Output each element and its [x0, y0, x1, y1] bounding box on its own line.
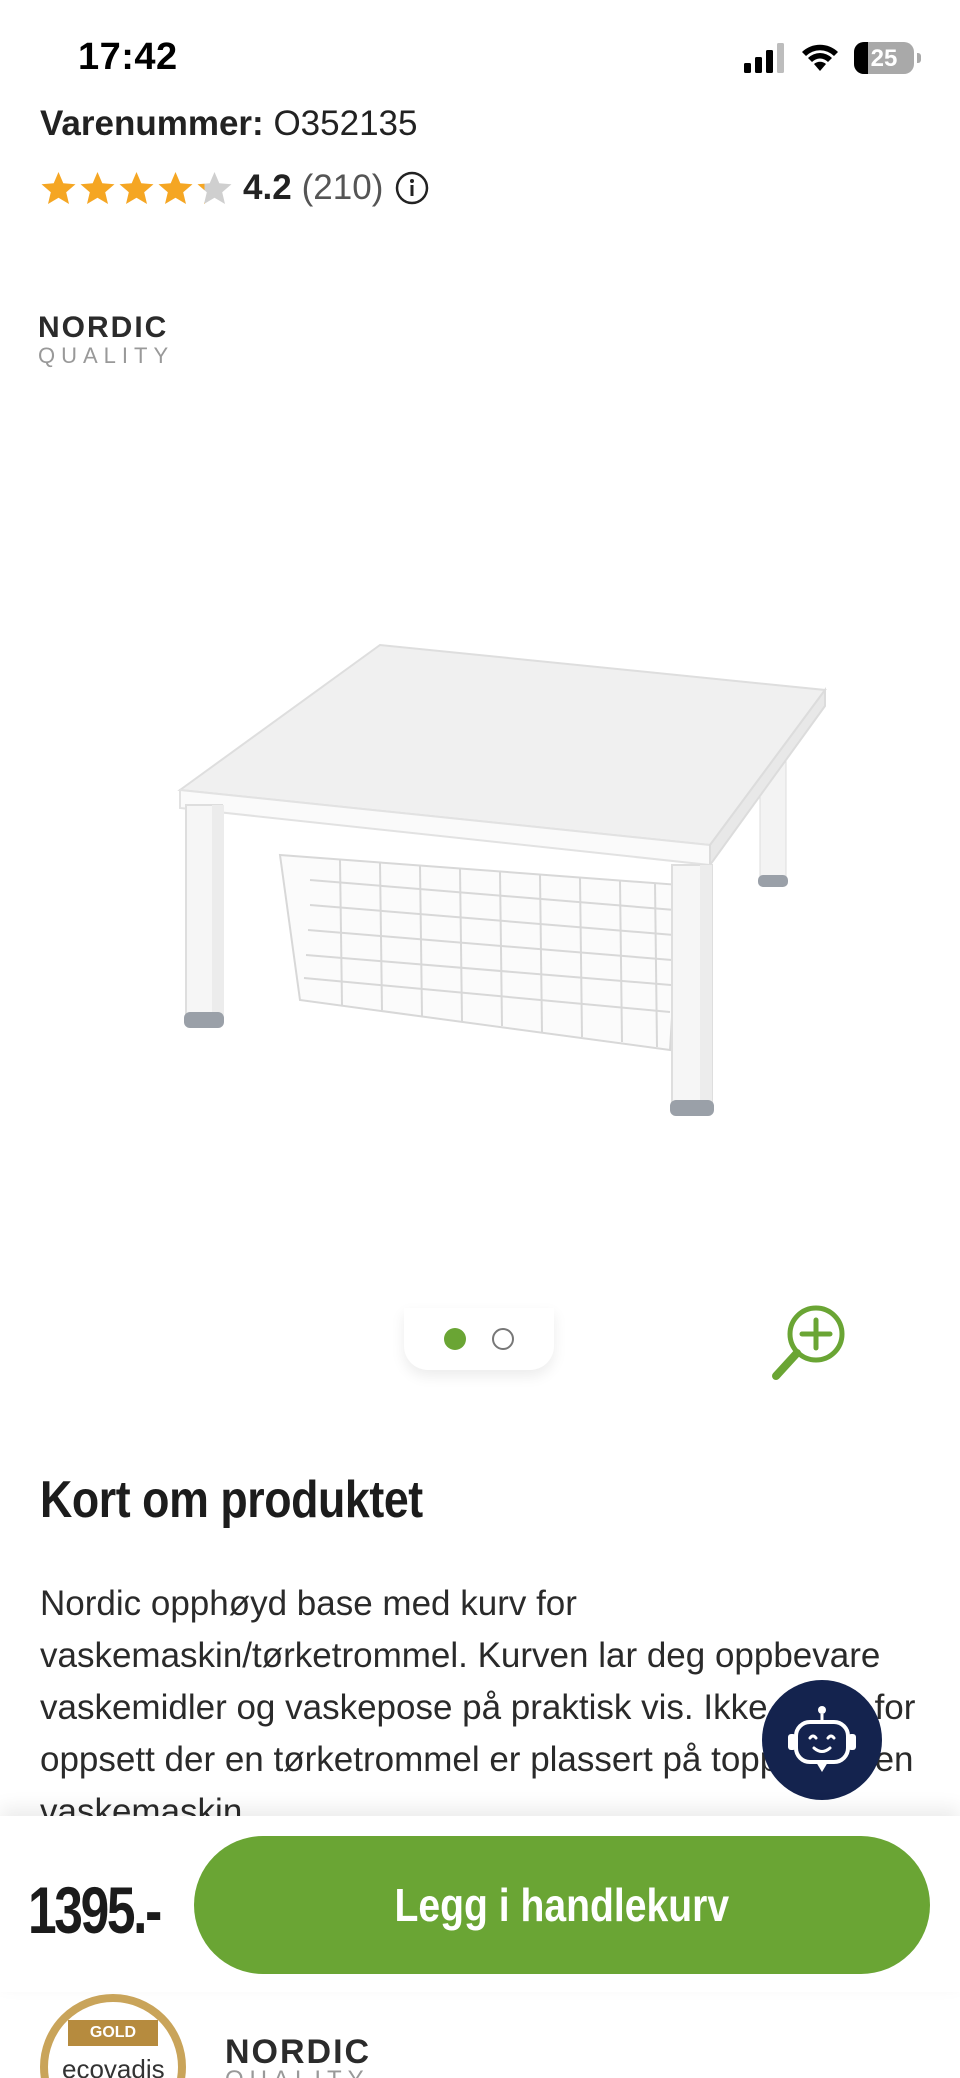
rating-value: 4.2	[243, 168, 292, 207]
brand-name: NORDIC	[38, 311, 169, 344]
brand-logo-footer: NORDIC QUALITY	[225, 2033, 372, 2078]
add-to-cart-label: Legg i handlekurv	[394, 1879, 730, 1931]
sku-value: O352135	[273, 104, 418, 143]
gallery-pager	[404, 1308, 554, 1370]
ecovadis-ribbon: GOLD	[68, 2020, 158, 2046]
product-image[interactable]	[150, 620, 830, 1140]
pager-dot-1[interactable]	[444, 1328, 466, 1350]
status-icons: 25	[744, 42, 921, 74]
certification-logos: GOLD ecovadis NORDIC QUALITY	[0, 1992, 960, 2078]
brand-sub: QUALITY	[38, 343, 175, 368]
sku-label: Varenummer:	[40, 104, 264, 143]
pager-dot-2[interactable]	[492, 1328, 514, 1350]
rating-stars	[40, 170, 233, 207]
purchase-bar: 1395.- Legg i handlekurv	[0, 1816, 960, 1992]
footer-brand-sub: QUALITY	[225, 2068, 371, 2078]
star-icon	[80, 171, 115, 204]
ecovadis-name: ecovadis	[62, 2054, 165, 2078]
star-icon	[158, 171, 193, 204]
signal-icon	[744, 43, 784, 73]
chatbot-button[interactable]	[762, 1680, 882, 1800]
ecovadis-badge: GOLD ecovadis	[40, 1994, 186, 2078]
section-title: Kort om produktet	[40, 1471, 423, 1529]
footer-brand-name: NORDIC	[225, 2033, 372, 2071]
star-icon	[119, 171, 154, 204]
add-to-cart-button[interactable]: Legg i handlekurv	[194, 1836, 930, 1974]
rating[interactable]: 4.2 (210)	[40, 164, 429, 212]
zoom-in-icon[interactable]	[768, 1296, 858, 1386]
status-bar: 17:42 25	[0, 0, 960, 110]
star-icon	[197, 171, 232, 204]
status-time: 17:42	[78, 36, 178, 78]
info-icon[interactable]	[395, 171, 429, 205]
battery-icon: 25	[854, 42, 921, 74]
brand-logo[interactable]: NORDIC QUALITY	[38, 312, 174, 368]
chatbot-icon	[788, 1706, 856, 1772]
rating-count: (210)	[301, 168, 384, 207]
star-icon	[41, 171, 76, 204]
price: 1395.-	[28, 1873, 162, 1947]
battery-level: 25	[870, 45, 898, 72]
sku-line: Varenummer: O352135	[40, 104, 417, 144]
wifi-icon	[802, 44, 838, 71]
